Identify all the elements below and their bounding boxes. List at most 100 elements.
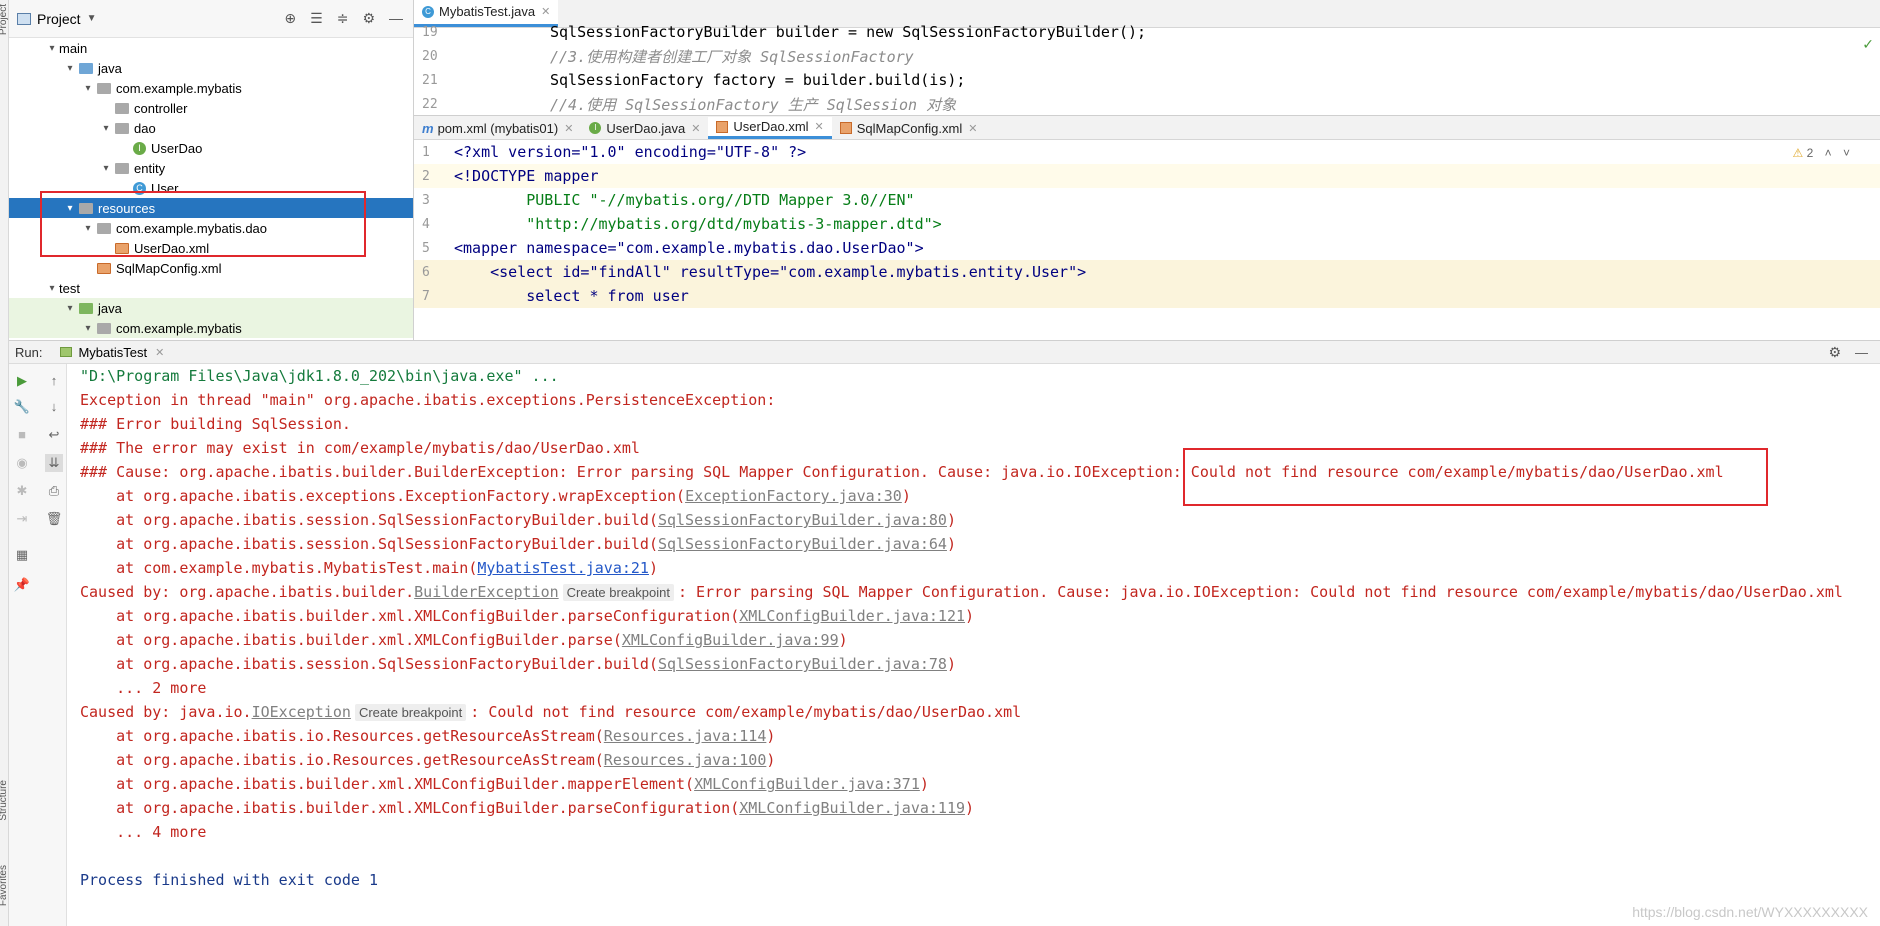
tree-item-label: com.example.mybatis [116,320,242,336]
tab-pom[interactable]: m pom.xml (mybatis01) ✕ [414,117,581,139]
tree-item-userdao[interactable]: I UserDao [9,138,413,158]
tree-item-package[interactable]: ▾ com.example.mybatis [9,78,413,98]
chevron-down-icon[interactable]: ▾ [63,63,77,74]
structure-side-label[interactable]: Structure [0,780,9,821]
tree-item-resource-package[interactable]: ▾ com.example.mybatis.dao [9,218,413,238]
stacktrace-link[interactable]: XMLConfigBuilder.java:371 [694,775,920,793]
wrench-icon[interactable]: 🔧 [13,398,31,416]
tree-item-dao[interactable]: ▾ dao [9,118,413,138]
console-text: at org.apache.ibatis.builder.xml.XMLConf… [80,775,695,793]
tab-userdao-xml[interactable]: UserDao.xml ✕ [708,117,832,139]
tree-item-sqlmapconfig[interactable]: SqlMapConfig.xml [9,258,413,278]
stacktrace-link[interactable]: ExceptionFactory.java:30 [685,487,902,505]
exception-link[interactable]: IOException [252,703,351,721]
settings-icon[interactable]: ✱ [13,482,31,500]
tree-item-main[interactable]: ▾ main [9,38,413,58]
pin-icon[interactable]: 📌 [13,576,31,594]
stacktrace-link[interactable]: XMLConfigBuilder.java:121 [739,607,965,625]
exit-icon[interactable]: ⇥ [13,510,31,528]
code-line[interactable]: 3 PUBLIC "-//mybatis.org//DTD Mapper 3.0… [414,188,1880,212]
print-icon[interactable]: ⎙ [45,482,63,500]
stacktrace-link[interactable]: SqlSessionFactoryBuilder.java:80 [658,511,947,529]
exception-link[interactable]: BuilderException [414,583,559,601]
tab-sqlmapconfig[interactable]: SqlMapConfig.xml ✕ [832,117,986,139]
tree-item-user[interactable]: C User [9,178,413,198]
stacktrace-link[interactable]: SqlSessionFactoryBuilder.java:64 [658,535,947,553]
scroll-to-end-icon[interactable]: ⇊ [45,454,63,472]
chevron-down-icon[interactable]: ▾ [81,323,95,334]
stacktrace-link[interactable]: XMLConfigBuilder.java:119 [739,799,965,817]
arrow-up-icon[interactable]: ↑ [45,372,63,390]
tree-item-java[interactable]: ▾ java [9,58,413,78]
chevron-up-icon[interactable]: ˄ [1825,146,1832,160]
arrow-down-icon[interactable]: ↓ [45,398,63,416]
chevron-down-icon[interactable]: ▾ [63,303,77,314]
create-breakpoint-button[interactable]: Create breakpoint [354,704,467,721]
chevron-down-icon[interactable]: ▾ [63,203,77,214]
code-line[interactable]: 19 SqlSessionFactoryBuilder builder = ne… [414,20,1880,44]
console-line: at org.apache.ibatis.session.SqlSessionF… [80,652,1880,676]
chevron-down-icon[interactable]: ˅ [1843,146,1850,160]
favorites-side-label[interactable]: Favorites [0,865,9,906]
close-icon[interactable]: ✕ [968,122,977,135]
chevron-down-icon[interactable]: ▾ [81,83,95,94]
console-text: : Error parsing SQL Mapper Configuration… [677,583,1843,601]
expand-all-icon[interactable]: ☰ [310,10,323,27]
minimize-icon[interactable]: — [1855,345,1868,360]
tree-item-test[interactable]: ▾ test [9,278,413,298]
trash-icon[interactable]: 🗑 [45,510,63,528]
tree-item-controller[interactable]: controller [9,98,413,118]
tree-item-test-package[interactable]: ▾ com.example.mybatis [9,318,413,338]
close-icon[interactable]: ✕ [564,122,573,135]
tree-item-userdao-xml[interactable]: UserDao.xml [9,238,413,258]
stacktrace-link[interactable]: XMLConfigBuilder.java:99 [622,631,839,649]
close-icon[interactable]: ✕ [541,5,550,18]
code-line[interactable]: 5 <mapper namespace="com.example.mybatis.… [414,236,1880,260]
line-number: 5 [422,240,430,256]
tree-item-entity[interactable]: ▾ entity [9,158,413,178]
run-tab-mybatistest[interactable]: MybatisTest [78,345,147,360]
package-icon [115,102,129,114]
tree-item-label: java [98,300,122,316]
collapse-all-icon[interactable]: ≑ [337,10,349,27]
locate-icon[interactable]: ⊕ [284,10,296,27]
chevron-down-icon[interactable]: ▾ [99,163,113,174]
stacktrace-link[interactable]: MybatisTest.java:21 [477,559,649,577]
chevron-down-icon[interactable]: ▾ [45,43,59,54]
minimize-icon[interactable]: — [389,10,403,27]
tab-userdao-java[interactable]: I UserDao.java ✕ [581,117,708,139]
code-line[interactable]: 7 select * from user [414,284,1880,308]
gear-icon[interactable]: ⚙ [362,10,375,27]
rerun-icon[interactable]: ▶ [13,372,31,390]
inspection-widget[interactable]: ⚠ 2 ˄ ˅ [1792,146,1850,160]
code-line[interactable]: 2 <!DOCTYPE mapper [414,164,1880,188]
console-output[interactable]: "D:\Program Files\Java\jdk1.8.0_202\bin\… [80,364,1880,926]
create-breakpoint-button[interactable]: Create breakpoint [562,584,674,601]
chevron-down-icon[interactable]: ▼ [87,13,97,24]
layout-icon[interactable]: ▦ [13,546,31,564]
stacktrace-link[interactable]: Resources.java:100 [604,751,767,769]
project-side-label[interactable]: Project [0,4,9,35]
gear-icon[interactable]: ⚙ [1828,344,1841,361]
code-line[interactable]: 21 SqlSessionFactory factory = builder.b… [414,68,1880,92]
close-icon[interactable]: ✕ [155,346,164,359]
project-title[interactable]: Project [37,11,81,27]
tree-item-resources[interactable]: ▾ resources [9,198,413,218]
camera-icon[interactable]: ◉ [13,454,31,472]
chevron-down-icon[interactable]: ▾ [81,223,95,234]
close-icon[interactable]: ✕ [691,122,700,135]
code-line[interactable]: 6 <select id="findAll" resultType="com.e… [414,260,1880,284]
code-line[interactable]: 4 "http://mybatis.org/dtd/mybatis-3-mapp… [414,212,1880,236]
stop-icon[interactable]: ■ [13,426,31,444]
code-line[interactable]: 22 //4.使用 SqlSessionFactory 生产 SqlSessio… [414,92,1880,115]
chevron-down-icon[interactable]: ▾ [99,123,113,134]
code-line[interactable]: 1 <?xml version="1.0" encoding="UTF-8" ?> [414,140,1880,164]
code-line[interactable]: 20 //3.使用构建者创建工厂对象 SqlSessionFactory [414,44,1880,68]
chevron-down-icon[interactable]: ▾ [45,283,59,294]
line-number: 6 [422,264,430,280]
close-icon[interactable]: ✕ [815,120,824,133]
tree-item-test-java[interactable]: ▾ java [9,298,413,318]
soft-wrap-icon[interactable]: ↩ [45,426,63,444]
stacktrace-link[interactable]: SqlSessionFactoryBuilder.java:78 [658,655,947,673]
stacktrace-link[interactable]: Resources.java:114 [604,727,767,745]
